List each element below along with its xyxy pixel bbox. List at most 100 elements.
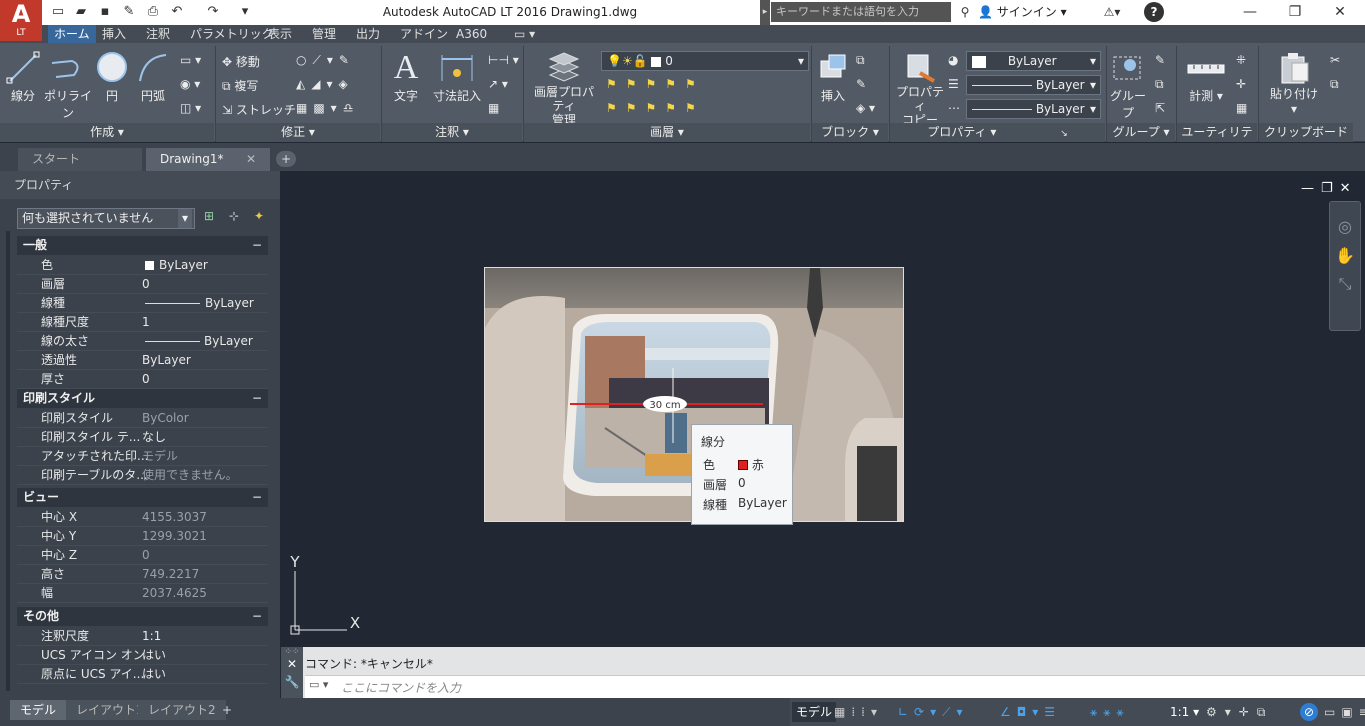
group-select-icon[interactable]: ⇱ — [1155, 101, 1165, 115]
annotation-icons[interactable]: ⚹⚹⚹ — [1090, 702, 1130, 722]
polyline-button[interactable]: ポリライン — [44, 51, 92, 121]
property-row[interactable]: 線種 ByLayer — [17, 294, 268, 313]
insert-block-button[interactable]: 挿入 — [815, 51, 851, 104]
property-row[interactable]: 透過性 ByLayer — [17, 351, 268, 370]
paste-button[interactable]: 貼り付け ▾ — [1268, 51, 1320, 116]
qat-dropdown-icon[interactable]: ▾ — [235, 3, 255, 21]
stretch-button[interactable]: ⇲ ストレッチ — [222, 101, 296, 118]
redo-icon[interactable]: ↷ — [203, 3, 223, 21]
linetype-dropdown[interactable]: ByLayer ▾ — [966, 75, 1101, 95]
clipboard-panel-title[interactable]: クリップボード — [1259, 123, 1353, 142]
close-button[interactable]: ✕ — [1320, 0, 1360, 25]
property-row[interactable]: 線種尺度 1 — [17, 313, 268, 332]
create-block-icon[interactable]: ⧉ — [856, 53, 865, 68]
undo-icon[interactable]: ↶ — [167, 3, 187, 21]
modify-tools-row-1[interactable]: ○⟋▾✎ — [296, 53, 355, 68]
modify-tools-row-3[interactable]: ▦▩▾♎ — [296, 101, 359, 115]
measure-button[interactable]: 計測 ▾ — [1182, 51, 1230, 104]
layer-tools-row-2[interactable]: ⚑⚑⚑⚑⚑ — [606, 101, 705, 115]
annotation-scale[interactable]: 1:1 ▾ — [1170, 702, 1199, 722]
lineweight-icon[interactable]: ☰ — [948, 77, 959, 91]
tab-start[interactable]: スタート — [18, 148, 142, 171]
pan-icon[interactable]: ✋ — [1330, 242, 1360, 270]
property-row[interactable]: UCS アイコン オン はい — [17, 646, 268, 665]
tab-view[interactable]: 表示 — [262, 25, 298, 43]
block-panel-title[interactable]: ブロック ▾ — [812, 123, 888, 142]
group-edit-icon[interactable]: ✎ — [1155, 53, 1165, 67]
block-attr-icon[interactable]: ◈ ▾ — [856, 101, 875, 115]
section-header[interactable]: 印刷スタイル − — [17, 389, 268, 408]
layer-tools-row-1[interactable]: ⚑⚑⚑⚑⚑ — [606, 77, 705, 91]
layer-dropdown[interactable]: 💡☀🔓 0 ▾ — [601, 51, 809, 71]
boundary-icon[interactable]: ◫ ▾ — [180, 101, 201, 115]
tab-output[interactable]: 出力 — [350, 25, 386, 43]
navigation-bar[interactable]: ◎ ✋ ⤡ — [1329, 201, 1361, 331]
collapse-icon[interactable]: − — [252, 236, 262, 255]
tab-model[interactable]: モデル — [10, 700, 67, 720]
property-row[interactable]: 印刷テーブルのタ... 使用できません。 — [17, 466, 268, 485]
section-header[interactable]: その他 − — [17, 607, 268, 626]
binoculars-icon[interactable]: ⚲ — [955, 0, 975, 25]
groups-panel-title[interactable]: グループ ▾ — [1107, 123, 1175, 142]
customize-wrench-icon[interactable]: 🔧 — [281, 675, 303, 689]
arc-button[interactable]: 円弧 — [136, 51, 170, 104]
selection-dropdown[interactable]: 何も選択されていません ▾ — [17, 208, 195, 229]
text-button[interactable]: A 文字 — [390, 51, 422, 104]
match-properties-button[interactable]: プロパティ コピー — [894, 51, 946, 127]
property-row[interactable]: 注釈尺度 1:1 — [17, 627, 268, 646]
expand-icon[interactable]: ▸ — [760, 0, 770, 25]
toggle-pickadd-icon[interactable]: ⊞ — [204, 209, 214, 223]
rectangle-icon[interactable]: ▭ ▾ — [180, 53, 201, 67]
signin-button[interactable]: 👤 サインイン ▾ — [978, 0, 1067, 25]
properties-panel-title[interactable]: プロパティ ▾ ↘ — [890, 123, 1105, 142]
tab-insert[interactable]: 挿入 — [96, 25, 132, 43]
color-dropdown[interactable]: ByLayer ▾ — [966, 51, 1101, 71]
property-row[interactable]: 印刷スタイル テ... なし — [17, 428, 268, 447]
close-cmd-icon[interactable]: ✕ — [281, 657, 303, 671]
section-header[interactable]: ビュー − — [17, 488, 268, 507]
property-row[interactable]: 原点に UCS アイ... はい — [17, 665, 268, 684]
collapse-icon[interactable]: − — [252, 607, 262, 626]
new-icon[interactable]: ▭ — [48, 3, 68, 21]
linear-dim-icon[interactable]: ⊢⊣ ▾ — [488, 53, 519, 67]
tab-a360[interactable]: A360 — [450, 25, 493, 43]
model-space-button[interactable]: モデル — [792, 702, 837, 722]
osnap-icons[interactable]: ∠◘▾☰ — [1000, 702, 1061, 722]
property-row[interactable]: 印刷スタイル ByColor — [17, 409, 268, 428]
linetype-icon[interactable]: ⋯ — [948, 101, 960, 115]
tab-manage[interactable]: 管理 — [306, 25, 342, 43]
circle-button[interactable]: 円 — [96, 51, 128, 104]
property-row[interactable]: 中心 X 4155.3037 — [17, 508, 268, 527]
copy-button[interactable]: ⧉ 複写 — [222, 77, 258, 94]
property-row[interactable]: 中心 Z 0 — [17, 546, 268, 565]
modify-panel-title[interactable]: 修正 ▾ — [216, 123, 380, 142]
exchange-icon[interactable]: ⚠▾ — [1098, 0, 1126, 25]
copy-clip-icon[interactable]: ⧉ — [1330, 77, 1339, 92]
id-point-icon[interactable]: ✛ — [1236, 77, 1246, 91]
steering-wheel-icon[interactable]: ◎ — [1330, 212, 1360, 242]
utilities-panel-title[interactable]: ユーティリティ ▾ — [1177, 123, 1257, 158]
property-row[interactable]: アタッチされた印... モデル — [17, 447, 268, 466]
select-objects-icon[interactable]: ⊹ — [229, 209, 239, 223]
palette-grip[interactable] — [6, 231, 10, 691]
close-tab-icon[interactable]: ✕ — [246, 148, 256, 171]
help-icon[interactable]: ? — [1144, 2, 1164, 22]
property-row[interactable]: 色 ByLayer — [17, 256, 268, 275]
grip-icon[interactable]: ⁘⁘ — [281, 647, 303, 657]
zoom-extents-icon[interactable]: ⤡ — [1330, 270, 1360, 298]
draw-panel-title[interactable]: 作成 ▾ — [0, 123, 214, 142]
command-input[interactable]: ▭ ▾ ここにコマンドを入力 — [305, 675, 1365, 698]
modify-tools-row-2[interactable]: ◭◢▾◈ — [296, 77, 354, 91]
move-button[interactable]: ✥ 移動 — [222, 53, 260, 70]
layers-panel-title[interactable]: 画層 ▾ — [524, 123, 810, 142]
hatch-icon[interactable]: ◉ ▾ — [180, 77, 200, 91]
tab-home[interactable]: ホーム — [48, 25, 96, 43]
tab-drawing1[interactable]: Drawing1* ✕ — [146, 148, 270, 171]
quick-select-icon[interactable]: ✦ — [254, 209, 264, 223]
property-row[interactable]: 画層 0 — [17, 275, 268, 294]
annotation-panel-title[interactable]: 注釈 ▾ — [382, 123, 522, 142]
add-layout-button[interactable]: + — [212, 700, 242, 720]
property-row[interactable]: 線の太さ ByLayer — [17, 332, 268, 351]
property-row[interactable]: 中心 Y 1299.3021 — [17, 527, 268, 546]
section-header[interactable]: 一般 − — [17, 236, 268, 255]
